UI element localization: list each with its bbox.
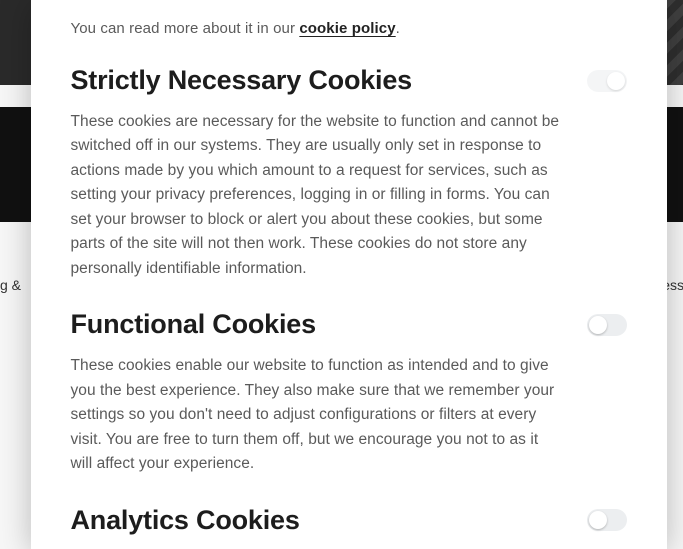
toggle-strictly-necessary <box>587 70 627 92</box>
section-title-functional: Functional Cookies <box>71 309 316 340</box>
section-body-functional: These cookies enable our website to func… <box>71 354 561 476</box>
section-head-functional: Functional Cookies <box>71 309 627 340</box>
section-analytics: Analytics Cookies These cookies allow us… <box>71 505 627 549</box>
intro-suffix: . <box>396 20 400 37</box>
toggle-functional[interactable] <box>587 314 627 336</box>
section-title-analytics: Analytics Cookies <box>71 505 300 536</box>
intro-text: You can read more about it in our cookie… <box>71 20 627 37</box>
toggle-analytics[interactable] <box>587 509 627 531</box>
section-title-strict: Strictly Necessary Cookies <box>71 65 413 96</box>
cookie-policy-link[interactable]: cookie policy <box>299 20 395 37</box>
toggle-knob <box>589 316 607 334</box>
section-body-strict: These cookies are necessary for the webs… <box>71 110 561 281</box>
cookie-modal: You can read more about it in our cookie… <box>31 0 667 549</box>
section-head-analytics: Analytics Cookies <box>71 505 627 536</box>
toggle-knob <box>589 511 607 529</box>
section-functional: Functional Cookies These cookies enable … <box>71 309 627 476</box>
intro-prefix: You can read more about it in our <box>71 20 300 37</box>
section-strictly-necessary: Strictly Necessary Cookies These cookies… <box>71 65 627 281</box>
cookie-modal-backdrop: You can read more about it in our cookie… <box>0 0 683 549</box>
toggle-knob <box>607 72 625 90</box>
cookie-modal-content: You can read more about it in our cookie… <box>53 0 645 549</box>
section-head-strict: Strictly Necessary Cookies <box>71 65 627 96</box>
